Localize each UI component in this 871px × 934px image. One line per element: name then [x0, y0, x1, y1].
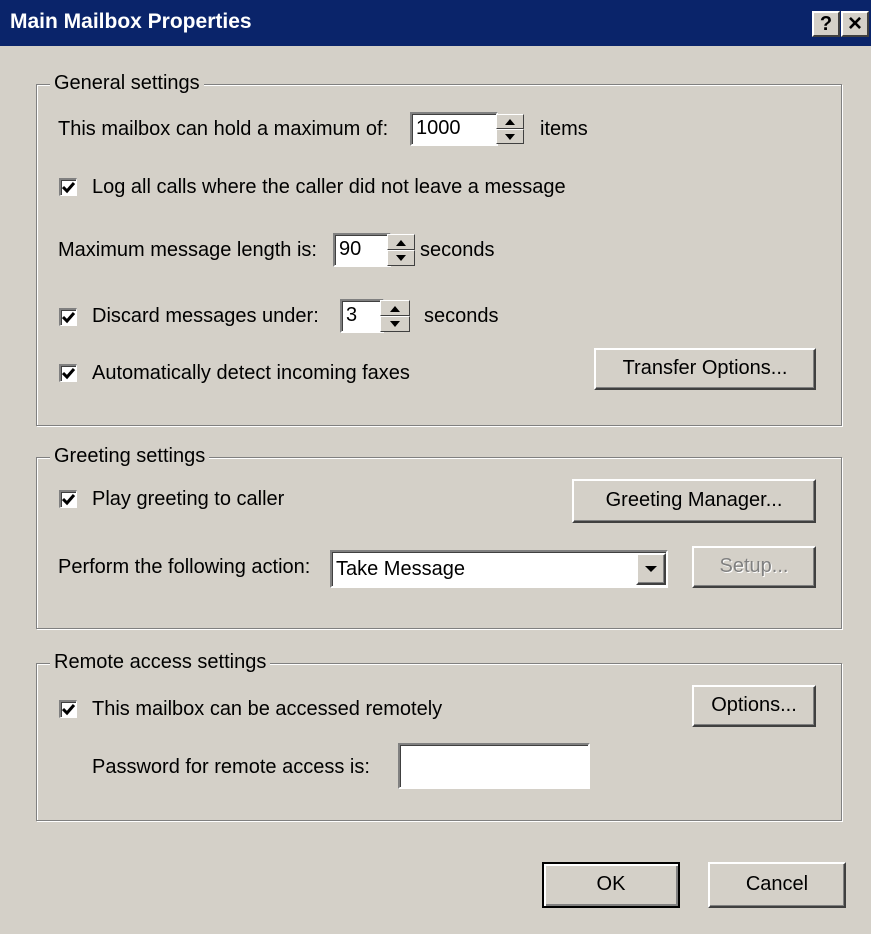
setup-button[interactable]: Setup... [692, 546, 816, 588]
help-button[interactable]: ? [812, 11, 840, 37]
spin-down-icon[interactable] [387, 250, 415, 266]
close-icon: × [847, 10, 862, 37]
greeting-manager-button[interactable]: Greeting Manager... [572, 479, 816, 523]
discard-checkbox[interactable] [59, 308, 77, 326]
discard-label[interactable]: Discard messages under: [92, 305, 319, 328]
discard-unit: seconds [424, 305, 499, 327]
max-items-spinner[interactable] [496, 114, 524, 144]
detect-faxes-checkbox[interactable] [59, 364, 77, 382]
greeting-settings-legend: Greeting settings [50, 445, 210, 468]
message-length-input[interactable]: 90 [333, 233, 391, 267]
max-items-label: This mailbox can hold a maximum of: [58, 118, 389, 140]
setup-label: Setup... [719, 555, 789, 577]
check-icon [62, 312, 76, 324]
remote-options-label: Options... [711, 694, 797, 716]
title-bar[interactable]: Main Mailbox Properties ? × [0, 0, 871, 46]
play-greeting-label[interactable]: Play greeting to caller [92, 488, 284, 511]
spin-up-icon[interactable] [496, 114, 524, 129]
remote-options-button[interactable]: Options... [692, 685, 816, 727]
remote-access-legend: Remote access settings [50, 651, 271, 674]
action-dropdown-button[interactable] [636, 553, 666, 585]
check-icon [62, 368, 76, 380]
password-input[interactable] [398, 743, 590, 789]
check-icon [62, 182, 76, 194]
cancel-label: Cancel [745, 873, 809, 895]
spin-down-icon[interactable] [380, 316, 410, 332]
play-greeting-checkbox[interactable] [59, 490, 77, 508]
max-items-unit: items [540, 118, 588, 140]
spin-up-icon[interactable] [380, 300, 410, 316]
spin-up-icon[interactable] [387, 234, 415, 250]
log-calls-checkbox[interactable] [59, 178, 77, 196]
log-calls-label[interactable]: Log all calls where the caller did not l… [92, 176, 566, 199]
action-label: Perform the following action: [58, 556, 311, 578]
transfer-options-label: Transfer Options... [622, 357, 788, 379]
max-items-input[interactable]: 1000 [410, 112, 498, 146]
action-select-value: Take Message [336, 558, 465, 580]
detect-faxes-label[interactable]: Automatically detect incoming faxes [92, 362, 410, 385]
ok-label: OK [596, 873, 626, 895]
message-length-spinner[interactable] [387, 234, 415, 266]
cancel-button[interactable]: Cancel [708, 862, 846, 908]
window-title: Main Mailbox Properties [10, 10, 252, 33]
discard-input[interactable]: 3 [340, 299, 384, 333]
action-select[interactable]: Take Message [330, 550, 668, 588]
greeting-manager-label: Greeting Manager... [605, 489, 783, 511]
password-label: Password for remote access is: [92, 756, 370, 778]
check-icon [62, 704, 76, 716]
general-settings-legend: General settings [50, 72, 204, 95]
discard-spinner[interactable] [380, 300, 410, 332]
message-length-label: Maximum message length is: [58, 239, 317, 261]
spin-down-icon[interactable] [496, 129, 524, 144]
check-icon [62, 494, 76, 506]
remote-access-checkbox[interactable] [59, 700, 77, 718]
help-icon: ? [819, 13, 833, 35]
remote-access-label[interactable]: This mailbox can be accessed remotely [92, 698, 442, 721]
transfer-options-button[interactable]: Transfer Options... [594, 348, 816, 390]
ok-button[interactable]: OK [542, 862, 680, 908]
message-length-unit: seconds [420, 239, 495, 261]
close-button[interactable]: × [841, 11, 869, 37]
chevron-down-icon [645, 566, 657, 572]
